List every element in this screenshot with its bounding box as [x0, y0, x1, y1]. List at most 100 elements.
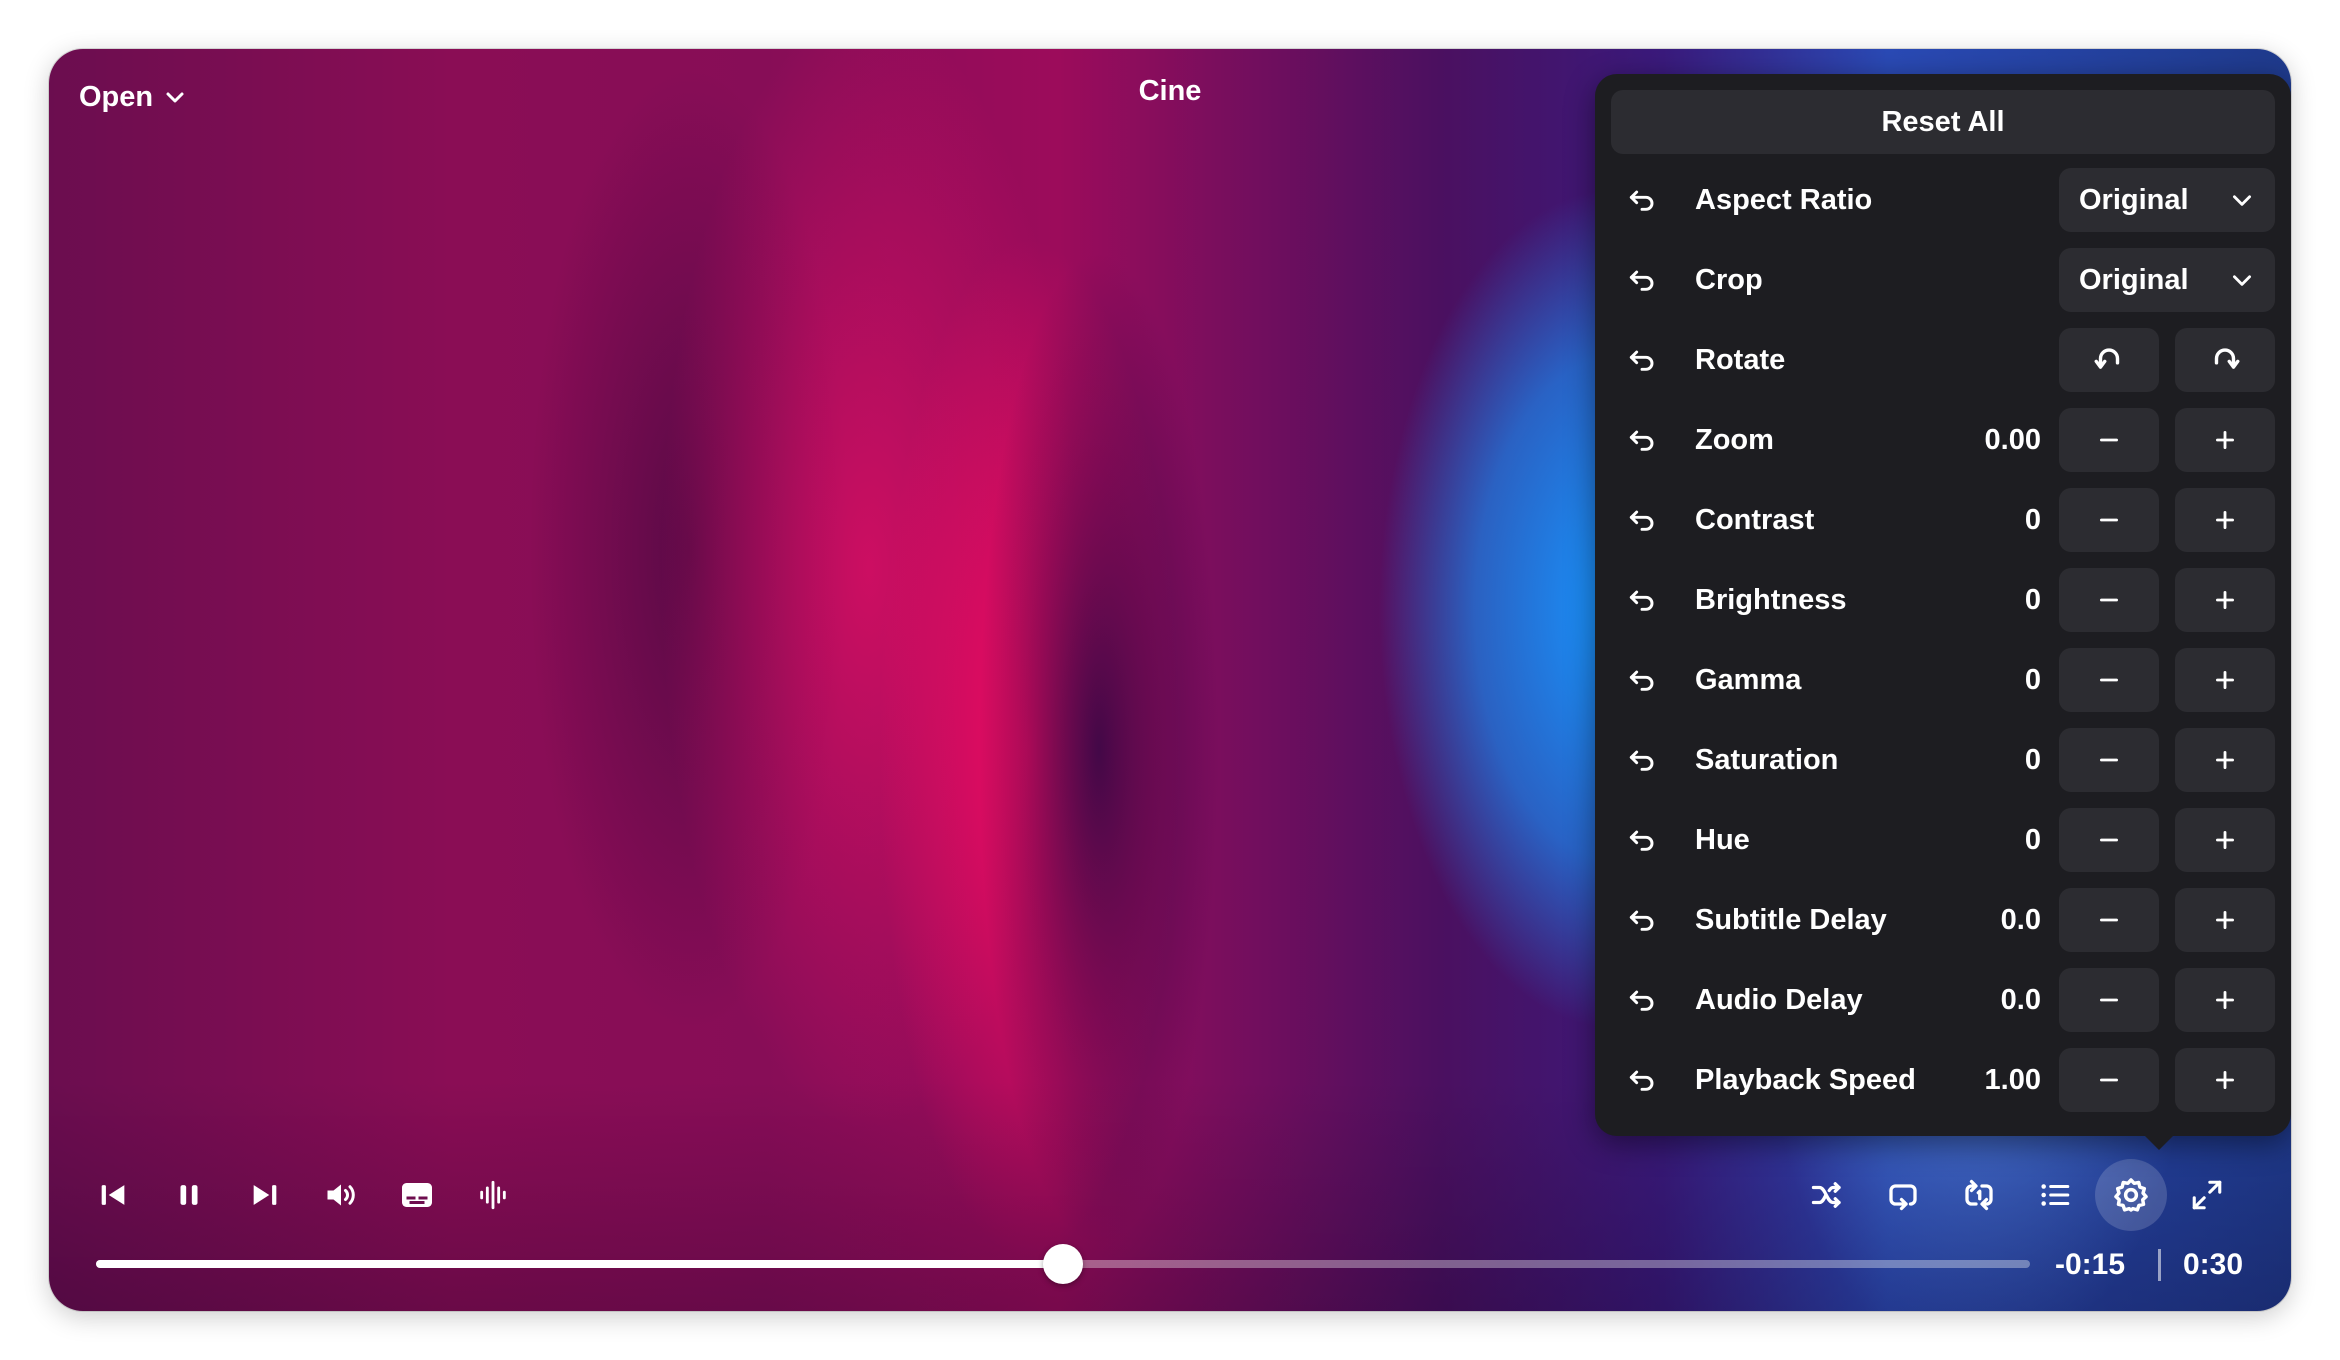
rotate-right-button[interactable]	[2175, 328, 2275, 392]
playlist-icon	[2041, 1184, 2070, 1206]
reset-arrow-icon[interactable]	[1625, 824, 1659, 856]
seek-bar-handle[interactable]	[1043, 1244, 1083, 1284]
reset-arrow-icon[interactable]	[1625, 584, 1659, 616]
subtitle-delay-increase-button[interactable]	[2175, 888, 2275, 952]
settings-button[interactable]	[2095, 1159, 2167, 1231]
minus-icon	[2100, 518, 2118, 522]
minus-icon	[2100, 678, 2118, 682]
rotate-right-icon	[2214, 348, 2240, 369]
reset-arrow-icon[interactable]	[1625, 264, 1659, 296]
rotate-left-button[interactable]	[2059, 328, 2159, 392]
chevron-down-icon	[2233, 195, 2251, 206]
setting-row-rotate: Rotate	[1611, 328, 2275, 392]
setting-value: 0	[2024, 664, 2041, 696]
repeat-button[interactable]	[1875, 1167, 1931, 1223]
brightness-decrease-button[interactable]	[2059, 568, 2159, 632]
setting-row-hue: Hue 0	[1611, 808, 2275, 872]
crop-dropdown[interactable]: Original	[2059, 248, 2275, 312]
pause-icon	[180, 1185, 198, 1205]
rotate-left-icon	[2094, 348, 2120, 369]
setting-row-audio-delay: Audio Delay 0.0	[1611, 968, 2275, 1032]
plus-icon	[2216, 911, 2234, 929]
subtitles-icon	[402, 1183, 432, 1207]
fullscreen-button[interactable]	[2179, 1167, 2235, 1223]
reset-arrow-icon[interactable]	[1625, 424, 1659, 456]
plus-icon	[2216, 591, 2234, 609]
minus-icon	[2100, 998, 2118, 1002]
repeat-icon	[1889, 1184, 1917, 1211]
setting-label: Rotate	[1695, 344, 1786, 376]
contrast-decrease-button[interactable]	[2059, 488, 2159, 552]
repeat-one-button[interactable]	[1951, 1167, 2007, 1223]
open-menu-button[interactable]: Open	[79, 75, 187, 119]
dropdown-value: Original	[2079, 183, 2189, 216]
gamma-decrease-button[interactable]	[2059, 648, 2159, 712]
zoom-decrease-button[interactable]	[2059, 408, 2159, 472]
volume-icon	[327, 1184, 355, 1206]
reset-arrow-icon[interactable]	[1625, 344, 1659, 376]
minus-icon	[2100, 918, 2118, 922]
reset-arrow-icon[interactable]	[1625, 984, 1659, 1016]
setting-value: 0.0	[2000, 984, 2041, 1016]
audio-track-button[interactable]	[465, 1167, 521, 1223]
pause-button[interactable]	[161, 1167, 217, 1223]
reset-arrow-icon[interactable]	[1625, 664, 1659, 696]
saturation-increase-button[interactable]	[2175, 728, 2275, 792]
reset-all-button[interactable]: Reset All	[1611, 90, 2275, 154]
player-window: Open Cine Reset All Aspect Ratio Origina…	[49, 49, 2291, 1311]
popover-caret	[2143, 1134, 2175, 1150]
previous-button[interactable]	[85, 1167, 141, 1223]
minus-icon	[2100, 438, 2118, 442]
contrast-increase-button[interactable]	[2175, 488, 2275, 552]
saturation-decrease-button[interactable]	[2059, 728, 2159, 792]
playback-speed-decrease-button[interactable]	[2059, 1048, 2159, 1112]
setting-value: 0	[2024, 504, 2041, 536]
setting-value: 0	[2024, 584, 2041, 616]
gamma-increase-button[interactable]	[2175, 648, 2275, 712]
plus-icon	[2216, 751, 2234, 769]
reset-arrow-icon[interactable]	[1625, 744, 1659, 776]
audio-track-icon	[480, 1180, 506, 1210]
zoom-increase-button[interactable]	[2175, 408, 2275, 472]
seek-bar-progress	[96, 1260, 1063, 1268]
subtitle-delay-decrease-button[interactable]	[2059, 888, 2159, 952]
setting-label: Gamma	[1695, 664, 1802, 696]
audio-delay-decrease-button[interactable]	[2059, 968, 2159, 1032]
audio-delay-increase-button[interactable]	[2175, 968, 2275, 1032]
shuffle-button[interactable]	[1799, 1167, 1855, 1223]
hue-decrease-button[interactable]	[2059, 808, 2159, 872]
setting-value: 0	[2024, 824, 2041, 856]
minus-icon	[2100, 598, 2118, 602]
brightness-increase-button[interactable]	[2175, 568, 2275, 632]
volume-button[interactable]	[313, 1167, 369, 1223]
reset-arrow-icon[interactable]	[1625, 1064, 1659, 1096]
setting-value: 0.00	[1984, 424, 2041, 456]
setting-row-crop: Crop Original	[1611, 248, 2275, 312]
setting-value: 0	[2024, 744, 2041, 776]
time-remaining: -0:15	[2055, 1248, 2126, 1281]
reset-arrow-icon[interactable]	[1625, 904, 1659, 936]
setting-label: Zoom	[1695, 424, 1774, 456]
video-settings-popover: Reset All Aspect Ratio Original Crop Ori…	[1595, 74, 2291, 1150]
plus-icon	[2216, 671, 2234, 689]
reset-arrow-icon[interactable]	[1625, 184, 1659, 216]
time-divider	[2158, 1249, 2161, 1281]
setting-label: Audio Delay	[1695, 984, 1863, 1016]
fullscreen-icon	[2192, 1180, 2222, 1210]
shuffle-icon	[1811, 1182, 1841, 1208]
seek-bar[interactable]	[96, 1244, 2030, 1284]
setting-value: 1.00	[1984, 1064, 2041, 1096]
next-button[interactable]	[237, 1167, 293, 1223]
setting-row-brightness: Brightness 0	[1611, 568, 2275, 632]
setting-label: Saturation	[1695, 744, 1839, 776]
hue-increase-button[interactable]	[2175, 808, 2275, 872]
setting-row-zoom: Zoom 0.00	[1611, 408, 2275, 472]
setting-label: Subtitle Delay	[1695, 904, 1887, 936]
subtitles-button[interactable]	[389, 1167, 445, 1223]
setting-label: Hue	[1695, 824, 1750, 856]
playback-speed-increase-button[interactable]	[2175, 1048, 2275, 1112]
reset-arrow-icon[interactable]	[1625, 504, 1659, 536]
playlist-button[interactable]	[2027, 1167, 2083, 1223]
repeat-one-icon	[1965, 1179, 1993, 1211]
aspect-ratio-dropdown[interactable]: Original	[2059, 168, 2275, 232]
